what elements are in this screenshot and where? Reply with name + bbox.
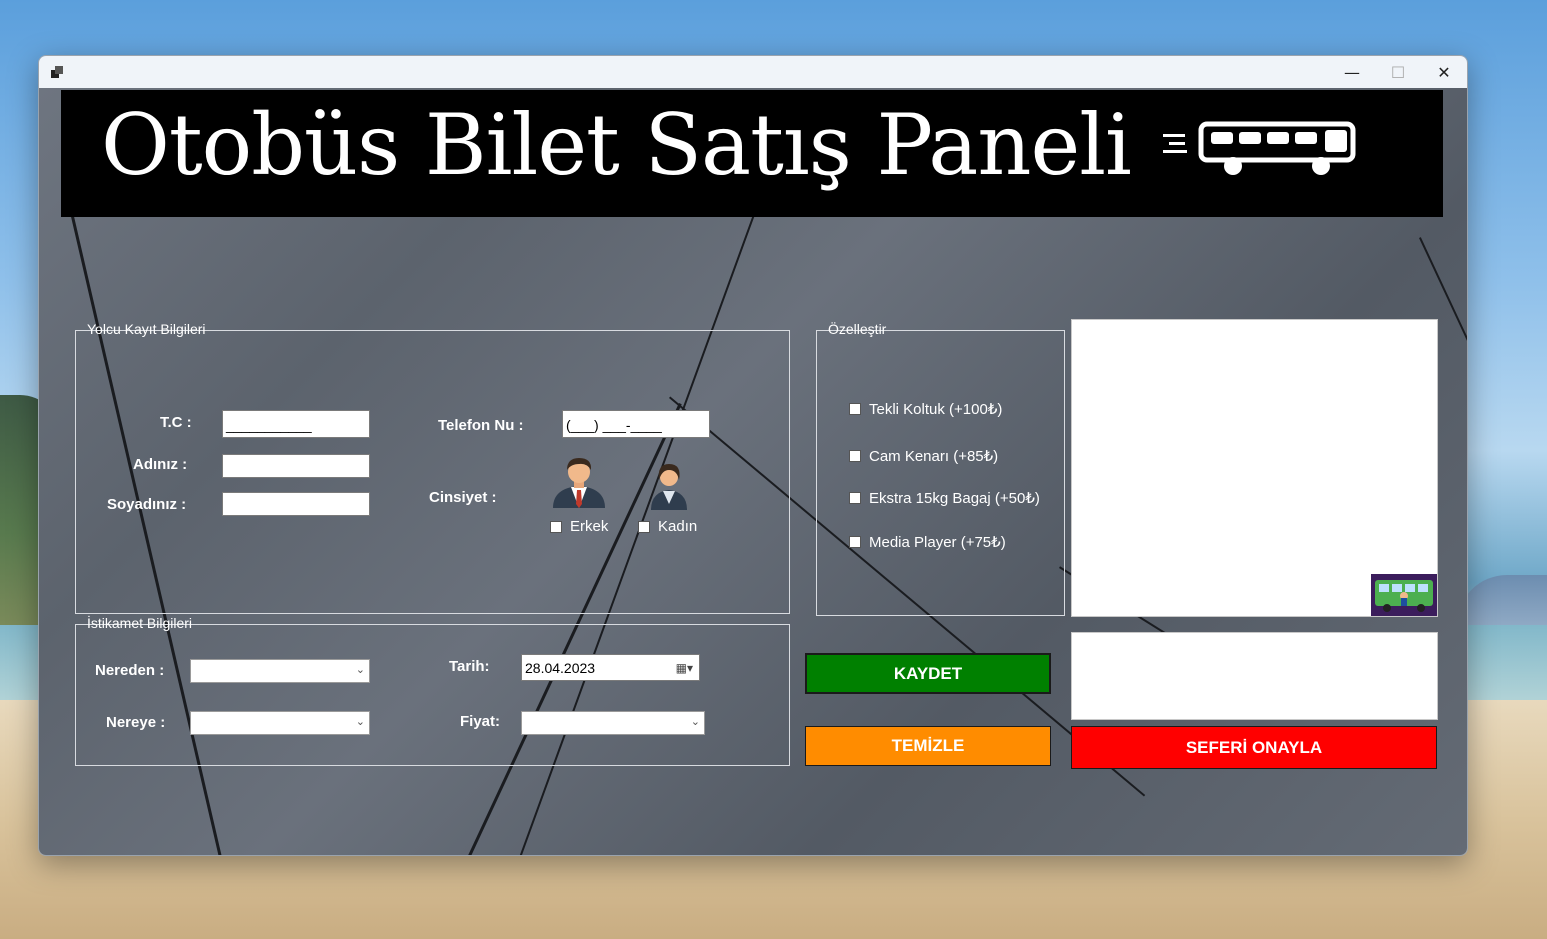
option-single-seat-label: Tekli Koltuk (+100₺) [869,401,1003,418]
female-avatar-icon [651,464,687,510]
tc-input[interactable]: ___________ [222,410,370,438]
date-label: Tarih: [449,658,490,675]
option-extra-baggage-label: Ekstra 15kg Bagaj (+50₺) [869,490,1040,507]
date-picker[interactable]: 28.04.2023 ▦▾ [521,654,700,681]
phone-label: Telefon Nu : [438,417,524,434]
date-value: 28.04.2023 [525,660,596,676]
bus-thumbnail-icon [1371,574,1437,616]
option-extra-baggage-box[interactable] [849,492,861,504]
price-label: Fiyat: [460,713,501,730]
male-checkbox-box[interactable] [550,520,562,533]
option-media-player-label: Media Player (+75₺) [869,534,1006,551]
destination-group: İstikamet Bilgileri [75,615,790,766]
gender-label: Cinsiyet : [429,489,497,506]
from-select[interactable]: ⌄ [190,659,370,683]
name-label: Adınız : [133,456,188,473]
app-icon [51,66,63,78]
seat-display-panel [1071,319,1438,617]
customize-group-title: Özelleştir [828,321,887,337]
maximize-button[interactable]: ☐ [1375,56,1421,88]
option-window-seat-box[interactable] [849,450,861,462]
passenger-group-title: Yolcu Kayıt Bilgileri [87,321,206,337]
price-select[interactable]: ⌄ [521,711,705,735]
name-input[interactable] [222,454,370,478]
option-window-seat-label: Cam Kenarı (+85₺) [869,448,999,465]
option-extra-baggage[interactable]: Ekstra 15kg Bagaj (+50₺) [849,489,1040,507]
female-checkbox[interactable]: Kadın [638,518,697,535]
chevron-down-icon: ⌄ [355,715,365,728]
from-label: Nereden : [95,662,165,679]
save-button[interactable]: KAYDET [805,653,1051,694]
close-button[interactable]: ✕ [1421,56,1467,88]
summary-panel [1071,632,1438,720]
phone-input[interactable]: (___) ___-____ [562,410,710,438]
chevron-down-icon: ⌄ [690,715,700,728]
customize-group: Özelleştir [816,321,1065,616]
calendar-icon[interactable]: ▦▾ [676,655,693,680]
title-bar[interactable]: — ☐ ✕ [39,56,1467,88]
female-checkbox-label: Kadın [658,518,698,535]
option-media-player-box[interactable] [849,536,861,548]
app-window: — ☐ ✕ Otobüs Bilet Satış Paneli Yolcu Ka… [38,55,1468,856]
destination-group-title: İstikamet Bilgileri [87,615,193,631]
surname-input[interactable] [222,492,370,516]
to-select[interactable]: ⌄ [190,711,370,735]
male-avatar-icon [553,458,605,508]
option-single-seat-box[interactable] [849,403,861,415]
page-title: Otobüs Bilet Satış Paneli [101,96,1132,194]
option-media-player[interactable]: Media Player (+75₺) [849,533,1006,551]
male-checkbox-label: Erkek [570,518,609,535]
clear-button[interactable]: TEMİZLE [805,726,1051,766]
confirm-trip-button[interactable]: SEFERİ ONAYLA [1071,726,1437,769]
header-banner: Otobüs Bilet Satış Paneli [61,90,1443,217]
desktop-island-right [1457,575,1547,625]
bus-icon [1163,121,1356,175]
to-label: Nereye : [106,714,166,731]
option-single-seat[interactable]: Tekli Koltuk (+100₺) [849,400,1002,418]
main-form: Otobüs Bilet Satış Paneli Yolcu Kayıt Bi… [39,88,1467,855]
tc-label: T.C : [160,414,192,431]
surname-label: Soyadınız : [107,496,187,513]
female-checkbox-box[interactable] [638,520,650,533]
chevron-down-icon: ⌄ [355,663,365,676]
male-checkbox[interactable]: Erkek [550,518,608,535]
option-window-seat[interactable]: Cam Kenarı (+85₺) [849,447,998,465]
minimize-button[interactable]: — [1329,56,1375,88]
